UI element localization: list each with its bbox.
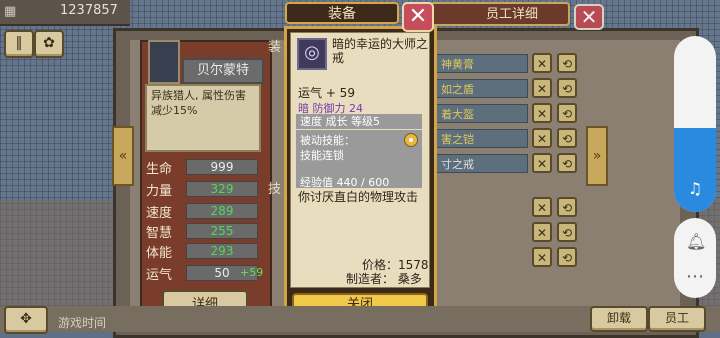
remove-button[interactable]: ✕ bbox=[532, 197, 552, 217]
popup-close-button[interactable]: ✕ bbox=[402, 2, 434, 32]
system-menu-pill: 🔔︎ ⋯ bbox=[674, 218, 716, 298]
stat-label: 速度 bbox=[146, 206, 173, 221]
passive-skill-label: 被动技能： bbox=[300, 134, 355, 147]
swap-button[interactable]: ⟲ bbox=[557, 222, 577, 242]
swap-button[interactable]: ⟲ bbox=[557, 247, 577, 267]
stat-label: 生命 bbox=[146, 162, 173, 177]
x-icon: ✕ bbox=[536, 57, 548, 71]
remove-button[interactable]: ✕ bbox=[532, 247, 552, 267]
stat-label: 运气 bbox=[146, 268, 173, 283]
equipment-row[interactable]: 寸之戒 bbox=[428, 154, 528, 173]
close-icon: ✕ bbox=[408, 4, 428, 29]
stat-label: 体能 bbox=[146, 246, 173, 261]
prev-staff-button[interactable]: « bbox=[112, 126, 134, 186]
equipment-row[interactable]: 神黄膏 bbox=[428, 54, 528, 73]
move-button[interactable]: ✥ bbox=[4, 306, 48, 334]
move-icon: ✥ bbox=[20, 311, 32, 327]
volume-slider[interactable]: ♫ bbox=[674, 36, 716, 212]
swap-button[interactable]: ⟲ bbox=[557, 153, 577, 173]
more-icon[interactable]: ⋯ bbox=[686, 266, 704, 287]
x-icon: ✕ bbox=[536, 201, 548, 215]
staff-detail-title: 员工详细 bbox=[430, 2, 570, 26]
x-icon: ✕ bbox=[536, 226, 548, 240]
pause-button[interactable]: ‖ bbox=[4, 30, 34, 58]
stat-value: 329 bbox=[186, 181, 258, 197]
skill-section-label: 技 bbox=[268, 182, 282, 197]
settings-icon: ✿ bbox=[43, 35, 55, 51]
volume-fill bbox=[674, 128, 716, 212]
staff-button[interactable]: 员工 bbox=[648, 306, 706, 332]
double-chevron-right-icon: » bbox=[592, 148, 602, 164]
remove-button[interactable]: ✕ bbox=[532, 103, 552, 123]
item-maker: 制造者： 桑多 bbox=[346, 272, 422, 286]
swap-icon: ⟲ bbox=[561, 57, 573, 71]
remove-button[interactable]: ✕ bbox=[532, 53, 552, 73]
game-time-label: 游戏时间 bbox=[58, 316, 107, 330]
settings-button[interactable]: ✿ bbox=[34, 30, 64, 58]
swap-icon: ⟲ bbox=[561, 132, 573, 146]
equipment-row[interactable]: 害之铠 bbox=[428, 129, 528, 148]
x-icon: ✕ bbox=[536, 132, 548, 146]
swap-icon: ⟲ bbox=[561, 157, 573, 171]
swap-button[interactable]: ⟲ bbox=[557, 53, 577, 73]
passive-skill-name: 技能连锁 bbox=[300, 149, 344, 162]
unequip-button[interactable]: 卸载 bbox=[590, 306, 648, 332]
staff-name: 贝尔蒙特 bbox=[182, 58, 264, 84]
x-icon: ✕ bbox=[536, 251, 548, 265]
double-chevron-left-icon: « bbox=[118, 148, 128, 164]
remove-button[interactable]: ✕ bbox=[532, 78, 552, 98]
equipment-row[interactable]: 着大盔 bbox=[428, 104, 528, 123]
pause-icon: ‖ bbox=[15, 35, 23, 51]
stat-label: 智慧 bbox=[146, 226, 173, 241]
stat-value: 255 bbox=[186, 223, 258, 239]
stat-label: 力量 bbox=[146, 184, 173, 199]
item-name: 暗的幸运的大师之戒 bbox=[332, 37, 429, 65]
x-icon: ✕ bbox=[536, 107, 548, 121]
remove-button[interactable]: ✕ bbox=[532, 128, 552, 148]
stat-value: 999 bbox=[186, 159, 258, 175]
item-luck: 运气 + 59 bbox=[298, 86, 355, 100]
swap-icon: ⟲ bbox=[561, 82, 573, 96]
close-icon: ✕ bbox=[580, 5, 598, 29]
stat-value: 293 bbox=[186, 243, 258, 259]
bell-mute-icon[interactable]: 🔔︎ bbox=[686, 232, 706, 251]
gem-icon bbox=[404, 133, 418, 147]
item-flavor-text: 你讨厌直白的物理攻击 bbox=[298, 190, 419, 204]
staff-description: 异族猎人, 属性伤害减少15% bbox=[145, 84, 261, 152]
swap-button[interactable]: ⟲ bbox=[557, 197, 577, 217]
stat-bonus: +59 bbox=[240, 266, 264, 279]
item-growth-band: 速度 成长 等级5 bbox=[296, 114, 422, 129]
remove-button[interactable]: ✕ bbox=[532, 222, 552, 242]
swap-button[interactable]: ⟲ bbox=[557, 103, 577, 123]
swap-icon: ⟲ bbox=[561, 201, 573, 215]
x-icon: ✕ bbox=[536, 157, 548, 171]
stat-value: 289 bbox=[186, 203, 258, 219]
swap-icon: ⟲ bbox=[561, 251, 573, 265]
money-counter: 1237857 bbox=[60, 3, 118, 18]
music-note-icon: ♫ bbox=[687, 179, 703, 198]
remove-button[interactable]: ✕ bbox=[532, 153, 552, 173]
money-icon: ▦ bbox=[4, 4, 17, 19]
popup-title: 装备 bbox=[285, 2, 399, 24]
swap-button[interactable]: ⟲ bbox=[557, 78, 577, 98]
swap-icon: ⟲ bbox=[561, 107, 573, 121]
equip-section-label: 装 bbox=[268, 40, 282, 55]
x-icon: ✕ bbox=[536, 82, 548, 96]
equipment-row[interactable]: 如之盾 bbox=[428, 79, 528, 98]
staff-close-button[interactable]: ✕ bbox=[574, 4, 604, 30]
swap-icon: ⟲ bbox=[561, 226, 573, 240]
next-staff-button[interactable]: » bbox=[586, 126, 608, 186]
ring-icon: ◎ bbox=[297, 38, 327, 70]
staff-portrait bbox=[148, 40, 180, 84]
swap-button[interactable]: ⟲ bbox=[557, 128, 577, 148]
